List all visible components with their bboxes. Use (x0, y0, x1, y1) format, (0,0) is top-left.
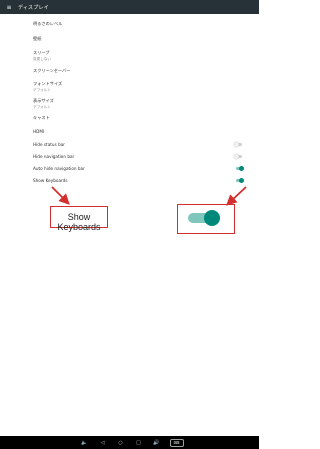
show-keyboards-switch-zoom (188, 210, 220, 226)
arrow-to-label (51, 186, 70, 205)
switch-thumb (204, 210, 220, 226)
volume-up-icon[interactable]: 🔊 (148, 440, 166, 446)
recents-icon[interactable]: □ (130, 440, 148, 446)
callout-label: Show Keyboards (57, 212, 101, 232)
callout-label-box: Show Keyboards (50, 206, 108, 232)
volume-down-icon[interactable]: 🔈 (76, 440, 94, 446)
navigation-bar: 🔈 ◁ ○ □ 🔊 ⌨ (0, 436, 259, 449)
home-icon[interactable]: ○ (112, 440, 130, 446)
keyboard-icon[interactable]: ⌨ (169, 438, 184, 447)
arrow-to-switch (226, 186, 247, 206)
back-icon[interactable]: ◁ (94, 440, 112, 446)
